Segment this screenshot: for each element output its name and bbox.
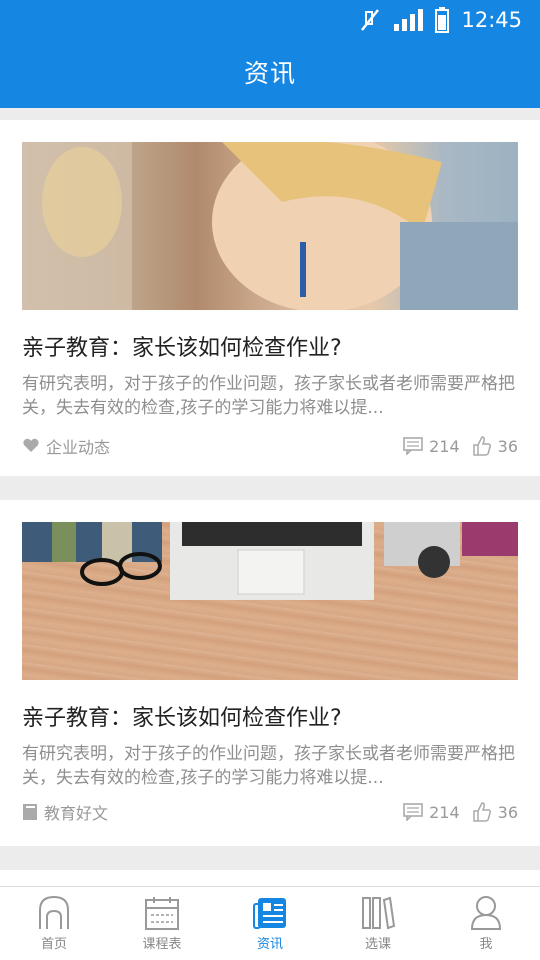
news-icon	[253, 898, 286, 929]
article-category: 教育好文	[22, 800, 108, 824]
comment-count[interactable]: 214	[403, 803, 460, 822]
tab-home[interactable]: 首页	[0, 887, 108, 960]
tab-schedule[interactable]: 课程表	[108, 887, 216, 960]
thumbs-up-icon	[472, 436, 491, 456]
like-count-value: 36	[497, 436, 518, 456]
like-count-value: 36	[497, 802, 518, 822]
article-image	[22, 522, 518, 680]
article-meta: 企业动态 214 36	[22, 434, 518, 458]
tab-news[interactable]: 资讯	[216, 887, 324, 960]
like-count[interactable]: 36	[472, 436, 518, 456]
article-category-label: 企业动态	[46, 438, 111, 457]
article-card[interactable]: 亲子教育：家长该如何检查作业? 有研究表明，对于孩子的作业问题，孩子家长或者老师…	[0, 120, 540, 476]
article-card[interactable]: 亲子教育：家长该如何检查作业? 有研究表明，对于孩子的作业问题，孩子家长或者老师…	[0, 500, 540, 846]
article-category: 企业动态	[22, 434, 110, 458]
article-card[interactable]	[0, 870, 540, 886]
like-count[interactable]: 36	[472, 802, 518, 822]
tab-home-label: 首页	[40, 937, 67, 952]
comment-icon	[403, 437, 423, 455]
books-icon	[362, 896, 396, 930]
home-icon	[39, 895, 69, 929]
article-title[interactable]: 亲子教育：家长该如何检查作业?	[22, 330, 518, 362]
comment-count-value: 214	[429, 436, 460, 456]
article-stats: 214 36	[403, 436, 518, 456]
page-title: 资讯	[243, 59, 296, 88]
comment-count[interactable]: 214	[403, 437, 460, 456]
thumbs-up-icon	[472, 802, 491, 822]
bottom-tab-bar: 首页 课程表 资讯 选课 我	[0, 886, 540, 960]
article-category-label: 教育好文	[44, 804, 109, 823]
article-title[interactable]: 亲子教育：家长该如何检查作业?	[22, 700, 518, 732]
tab-me[interactable]: 我	[432, 887, 540, 960]
tab-courses-label: 选课	[364, 937, 391, 952]
news-feed[interactable]: 亲子教育：家长该如何检查作业? 有研究表明，对于孩子的作业问题，孩子家长或者老师…	[0, 108, 540, 886]
status-time: 12:45	[461, 8, 522, 32]
mute-icon	[361, 9, 380, 31]
article-image	[22, 142, 518, 310]
article-meta: 教育好文 214 36	[22, 800, 518, 824]
comment-icon	[403, 803, 423, 821]
tab-schedule-label: 课程表	[142, 937, 182, 952]
app-header: 12:45 资讯	[0, 0, 540, 108]
status-bar: 12:45	[359, 6, 522, 34]
article-stats: 214 36	[403, 802, 518, 822]
article-summary: 有研究表明，对于孩子的作业问题，孩子家长或者老师需要严格把关，失去有效的检查,孩…	[22, 374, 515, 418]
tab-me-label: 我	[479, 937, 493, 952]
article-summary: 有研究表明，对于孩子的作业问题，孩子家长或者老师需要严格把关，失去有效的检查,孩…	[22, 744, 515, 788]
tab-news-label: 资讯	[256, 937, 283, 952]
signal-icon	[394, 9, 424, 31]
heart-hands-icon	[23, 438, 39, 452]
battery-icon	[435, 7, 450, 33]
person-icon	[470, 896, 502, 930]
comment-count-value: 214	[429, 802, 460, 822]
book-icon	[23, 804, 37, 820]
calendar-icon	[145, 897, 179, 930]
tab-courses[interactable]: 选课	[324, 887, 432, 960]
